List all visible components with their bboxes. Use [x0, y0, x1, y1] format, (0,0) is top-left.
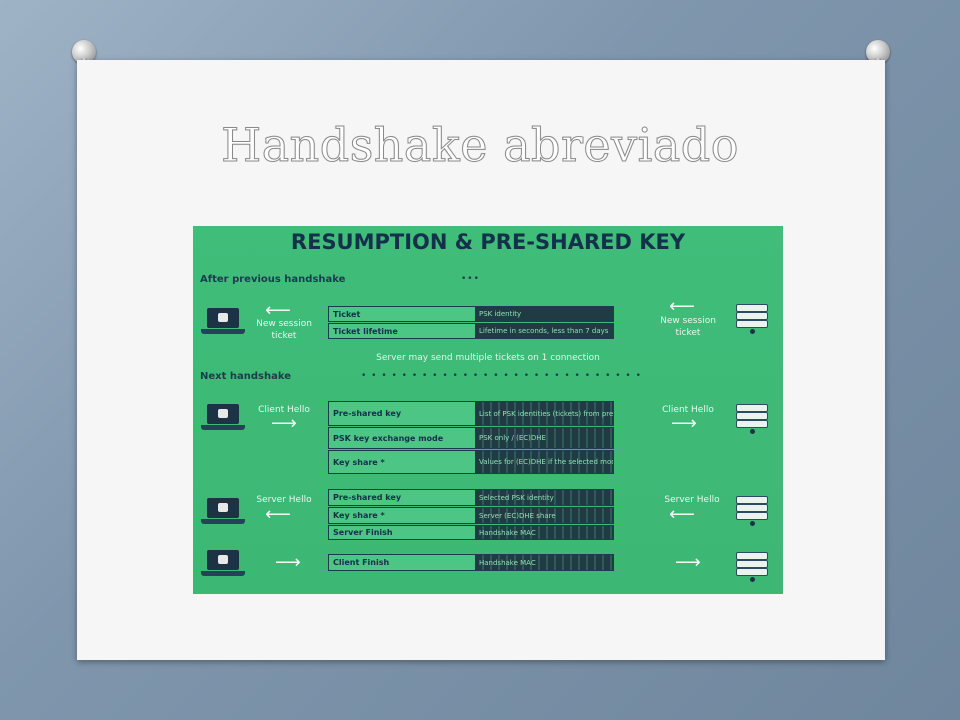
server-icon [736, 496, 770, 526]
server-icon [736, 304, 770, 334]
arrow-left-icon: ⟵ [265, 504, 291, 525]
client-laptop-icon [201, 404, 245, 432]
arrow-right-icon: ⟶ [675, 552, 701, 573]
client-psk-mode-row: PSK key exchange mode PSK only / (EC)DHE [328, 427, 614, 449]
client-laptop-icon [201, 550, 245, 578]
arrow-left-icon: ⟵ [669, 504, 695, 525]
after-dots: ••• [461, 274, 480, 284]
resumption-diagram: RESUMPTION & PRE-SHARED KEY After previo… [193, 226, 783, 594]
client-keyshare-row: Key share * Values for (EC)DHE if the se… [328, 450, 614, 474]
client-laptop-icon [201, 308, 245, 336]
server-keyshare-row: Key share * Server (EC)DHE share [328, 507, 614, 524]
ticket-row: Ticket PSK identity [328, 306, 614, 322]
slide-title: Handshake abreviado [221, 118, 739, 173]
server-psk-row: Pre-shared key Selected PSK identity [328, 489, 614, 506]
server-icon [736, 552, 770, 582]
arrow-right-icon: ⟶ [275, 552, 301, 573]
diagram-heading: RESUMPTION & PRE-SHARED KEY [290, 230, 686, 254]
flow-new-ticket-left: New session ticket [256, 319, 312, 341]
next-dots: • • • • • • • • • • • • • • • • • • • • … [361, 371, 642, 381]
server-icon [736, 404, 770, 434]
client-laptop-icon [201, 498, 245, 526]
server-finish-row: Server Finish Handshake MAC [328, 525, 614, 540]
section-after-label: After previous handshake [200, 274, 346, 285]
flow-new-ticket-right: New session ticket [660, 316, 716, 338]
ticket-lifetime-row: Ticket lifetime Lifetime in seconds, les… [328, 323, 614, 339]
arrow-right-icon: ⟶ [671, 413, 697, 434]
section-next-label: Next handshake [200, 371, 291, 382]
arrow-right-icon: ⟶ [271, 413, 297, 434]
arrow-left-icon: ⟵ [669, 296, 695, 317]
tickets-note: Server may send multiple tickets on 1 co… [376, 353, 600, 363]
client-psk-row: Pre-shared key List of PSK identities (t… [328, 401, 614, 426]
client-finish-row: Client Finish Handshake MAC [328, 554, 614, 571]
